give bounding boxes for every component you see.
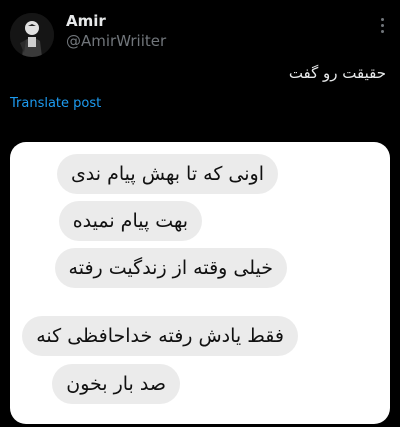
author-handle[interactable]: @AmirWriiter <box>66 32 166 50</box>
chat-bubble: فقط یادش رفته خداحافظی کنه <box>22 316 298 356</box>
post-image[interactable]: اونی که تا بهش پیام ندی بهت پیام نمیده خ… <box>10 142 390 424</box>
chat-bubble: صد بار بخون <box>52 364 180 404</box>
chat-bubble: خیلی وقته از زندگیت رفته <box>54 248 287 288</box>
more-options-icon[interactable] <box>378 18 386 38</box>
translate-post-link[interactable]: Translate post <box>10 96 101 111</box>
avatar[interactable] <box>10 13 54 57</box>
avatar-figure-icon <box>10 13 54 57</box>
post-text: حقیقت رو گفت <box>288 64 386 82</box>
post-header: Amir @AmirWriiter <box>0 0 400 70</box>
author-name[interactable]: Amir <box>66 12 106 30</box>
chat-bubble: اونی که تا بهش پیام ندی <box>56 154 278 194</box>
chat-bubble: بهت پیام نمیده <box>58 201 202 241</box>
